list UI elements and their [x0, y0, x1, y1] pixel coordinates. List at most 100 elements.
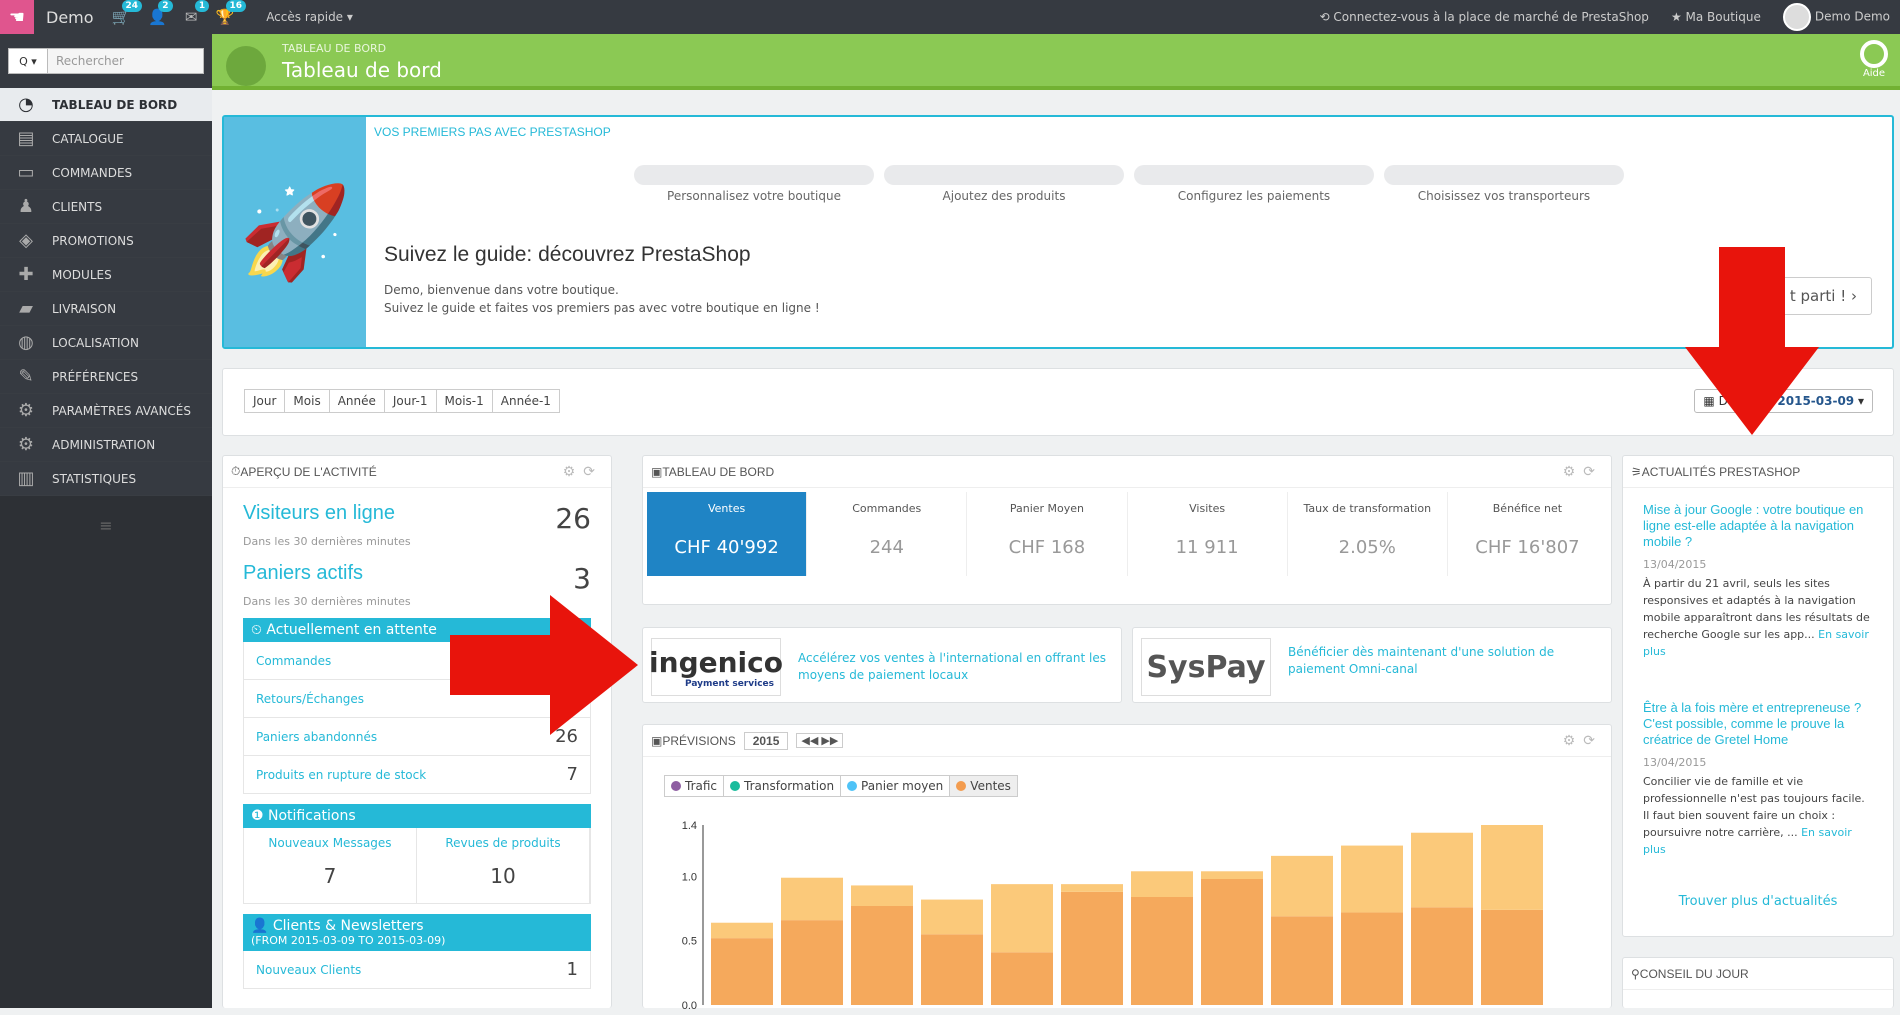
pending-label[interactable]: Produits en rupture de stock — [256, 768, 426, 782]
carts-sub: Dans les 30 dernières minutes — [243, 595, 411, 608]
year-nav-buttons[interactable]: ◀◀ ▶▶ — [796, 733, 844, 748]
kpi-sales[interactable]: Ventes CHF 40'992 — [647, 492, 808, 576]
sidebar-item-label: PRÉFÉRENCES — [52, 369, 139, 384]
shop-name[interactable]: Demo — [46, 8, 94, 27]
onboarding-step[interactable]: Configurez les paiements — [1134, 165, 1374, 203]
sidebar: Q ▾ Rechercher ◔ TABLEAU DE BORD ▤ CATALOGU… — [0, 34, 212, 1008]
news-item: Être à la fois mère et entrepreneuse ? C… — [1623, 700, 1893, 858]
panel-tools-icon[interactable]: ⚙⟳ — [1563, 463, 1603, 480]
range-prev-month-button[interactable]: Mois-1 — [435, 389, 493, 413]
wrench-icon: ✎ — [18, 366, 34, 387]
legend-sales[interactable]: Ventes — [949, 775, 1018, 797]
page-header: TABLEAU DE BORD Tableau de bord Aide — [212, 34, 1900, 90]
sidebar-item-catalogue[interactable]: ▤ CATALOGUE — [0, 122, 212, 156]
my-shop-link[interactable]: ★ Ma Boutique — [1671, 10, 1761, 24]
range-day-button[interactable]: Jour — [244, 389, 286, 413]
news-item-body: À partir du 21 avril, seuls les sites re… — [1643, 575, 1873, 660]
bar-forecast — [1271, 855, 1333, 917]
kpi-row: Ventes CHF 40'992 Commandes 244 Panier Moy… — [643, 488, 1611, 580]
visitors-label[interactable]: Visiteurs en ligne — [243, 502, 395, 535]
sidebar-item-livraison[interactable]: ▰ LIVRAISON — [0, 292, 212, 326]
news-item-title[interactable]: Mise à jour Google : votre boutique en l… — [1643, 502, 1873, 550]
start-guide-button[interactable]: t parti ! › — [1774, 277, 1872, 315]
search-type-button[interactable]: Q ▾ — [8, 48, 48, 74]
product-reviews-cell[interactable]: Revues de produits 10 — [417, 828, 590, 903]
trophy-notification-icon[interactable]: 🏆 16 — [216, 0, 247, 26]
sidebar-item-paramètres-avancés[interactable]: ⚙ PARAMÈTRES AVANCÉS — [0, 394, 212, 428]
sidebar-item-modules[interactable]: ✚ MODULES — [0, 258, 212, 292]
kpi-label: Panier Moyen — [1009, 502, 1085, 515]
onboarding-steps: Personnalisez votre boutique Ajoutez des… — [634, 165, 1624, 203]
product-reviews-value: 10 — [490, 864, 516, 888]
quick-access-menu[interactable]: Accès rapide ▾ — [266, 10, 353, 24]
syspay-promo[interactable]: SysPay Bénéficier dès maintenant d'une s… — [1132, 627, 1612, 703]
more-news-link[interactable]: Trouver plus d'actualités — [1623, 894, 1893, 909]
menu-collapse-icon[interactable]: ≡ — [0, 516, 212, 535]
new-clients-label[interactable]: Nouveaux Clients — [256, 963, 361, 977]
pending-label[interactable]: Paniers abandonnés — [256, 730, 377, 744]
panel-tools-icon[interactable]: ⚙⟳ — [1563, 732, 1603, 749]
sidebar-item-label: MODULES — [52, 267, 112, 282]
pending-label[interactable]: Retours/Échanges — [256, 692, 364, 706]
news-item-title[interactable]: Être à la fois mère et entrepreneuse ? C… — [1643, 700, 1873, 748]
help-button[interactable]: Aide — [1860, 40, 1888, 79]
orders-notification-icon[interactable]: 🛒 24 — [112, 0, 143, 26]
legend-average-cart[interactable]: Panier moyen — [840, 775, 951, 797]
sidebar-item-commandes[interactable]: ▭ COMMANDES — [0, 156, 212, 190]
syspay-text: Bénéficier dès maintenant d'une solution… — [1288, 644, 1554, 678]
breadcrumb[interactable]: TABLEAU DE BORD — [282, 42, 386, 55]
sidebar-item-administration[interactable]: ⚙ ADMINISTRATION — [0, 428, 212, 462]
sidebar-item-localisation[interactable]: ◍ LOCALISATION — [0, 326, 212, 360]
customers-notification-icon[interactable]: 👤 2 — [148, 0, 173, 26]
sidebar-item-label: STATISTIQUES — [52, 471, 137, 486]
kpi-net-profit[interactable]: Bénéfice net CHF 16'807 — [1448, 492, 1607, 576]
new-messages-cell[interactable]: Nouveaux Messages 7 — [244, 828, 417, 903]
kpi-orders[interactable]: Commandes 244 — [807, 492, 968, 576]
onboarding-step[interactable]: Personnalisez votre boutique — [634, 165, 874, 203]
range-prev-year-button[interactable]: Année-1 — [491, 389, 560, 413]
onboarding-step[interactable]: Ajoutez des produits — [884, 165, 1124, 203]
legend-trafic[interactable]: Trafic — [664, 775, 725, 797]
messages-notification-icon[interactable]: ✉ 1 — [185, 0, 210, 26]
sidebar-item-statistiques[interactable]: ▥ STATISTIQUES — [0, 462, 212, 496]
bar-forecast — [1201, 871, 1263, 879]
range-month-button[interactable]: Mois — [284, 389, 330, 413]
kpi-conversion[interactable]: Taux de transformation 2.05% — [1288, 492, 1448, 576]
sidebar-item-préférences[interactable]: ✎ PRÉFÉRENCES — [0, 360, 212, 394]
y-tick-label: 0.5 — [682, 936, 697, 948]
clients-range: (FROM 2015-03-09 TO 2015-03-09) — [251, 934, 446, 947]
range-prev-day-button[interactable]: Jour-1 — [383, 389, 437, 413]
kpi-label: Ventes — [707, 502, 746, 515]
legend-transformation[interactable]: Transformation — [723, 775, 842, 797]
bar-forecast — [991, 884, 1053, 953]
trophy-badge: 16 — [225, 0, 247, 12]
sidebar-item-clients[interactable]: ♟ CLIENTS — [0, 190, 212, 224]
marketplace-link-label: Connectez-vous à la place de marché de P… — [1333, 10, 1649, 24]
kpi-average-cart[interactable]: Panier Moyen CHF 168 — [967, 492, 1128, 576]
pending-label[interactable]: Commandes — [256, 654, 331, 668]
carts-label[interactable]: Paniers actifs — [243, 562, 363, 595]
puzzle-icon: ✚ — [18, 264, 34, 285]
search-input[interactable]: Rechercher — [48, 48, 204, 74]
sidebar-item-label: LOCALISATION — [52, 335, 139, 350]
range-year-button[interactable]: Année — [328, 389, 385, 413]
user-name: Demo Demo — [1814, 9, 1890, 24]
panel-tools-icon[interactable]: ⚙⟳ — [563, 463, 603, 480]
sidebar-item-promotions[interactable]: ◈ PROMOTIONS — [0, 224, 212, 258]
legend-swatch — [847, 781, 858, 791]
sidebar-item-tableau-de-bord[interactable]: ◔ TABLEAU DE BORD — [0, 88, 212, 122]
marketplace-link[interactable]: ⟲ Connectez-vous à la place de marché de… — [1320, 10, 1649, 24]
carts-value: 3 — [573, 562, 591, 595]
gear-icon: ⚙ — [17, 434, 35, 455]
kpi-visits[interactable]: Visites 11 911 — [1128, 492, 1288, 576]
date-picker-button[interactable]: ▦ Du 201 u 2015-03-09 ▾ — [1694, 389, 1873, 413]
ingenico-promo[interactable]: ingenico Payment services Accélérez vos v… — [642, 627, 1122, 703]
visitors-value: 26 — [555, 502, 591, 535]
user-menu[interactable]: Demo Demo — [1782, 3, 1890, 31]
prestashop-logo-icon[interactable]: ☚ — [0, 0, 34, 34]
bar-forecast — [1411, 832, 1473, 908]
bar-forecast — [711, 922, 773, 939]
pending-value: 0 — [566, 688, 578, 709]
step-label: Ajoutez des produits — [942, 189, 1066, 203]
onboarding-step[interactable]: Choisissez vos transporteurs — [1384, 165, 1624, 203]
